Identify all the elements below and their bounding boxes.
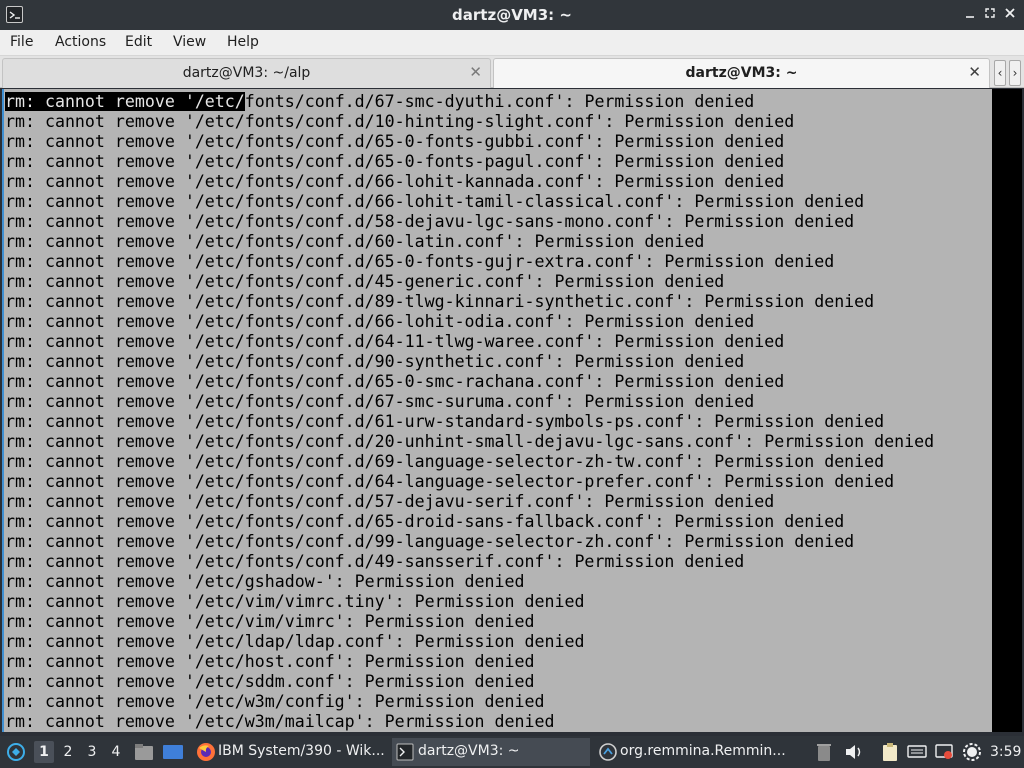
tab-home[interactable]: dartz@VM3: ~ ✕ (493, 58, 990, 88)
taskbar: 1 2 3 4 IBM System/390 - Wik... dartz@VM… (0, 736, 1024, 768)
tab-scroll-left-icon[interactable]: ‹ (994, 60, 1006, 86)
trash-icon[interactable] (816, 742, 832, 766)
keyboard-icon[interactable] (907, 743, 927, 763)
terminal-line: rm: cannot remove '/etc/ldap/ldap.conf':… (5, 632, 585, 651)
terminal-line: rm: cannot remove '/etc/fonts/conf.d/45-… (5, 272, 725, 291)
terminal-line: rm: cannot remove '/etc/fonts/conf.d/20-… (5, 432, 935, 451)
menu-help[interactable]: Help (227, 34, 259, 50)
clock: 3:59 (990, 744, 1022, 760)
workspace-4[interactable]: 4 (106, 741, 126, 763)
terminal-line: rm: cannot remove '/etc/fonts/conf.d/67-… (5, 92, 754, 112)
workspace-2[interactable]: 2 (58, 741, 78, 763)
start-menu-icon[interactable] (6, 742, 26, 766)
terminal-line: rm: cannot remove '/etc/fonts/conf.d/99-… (5, 532, 855, 551)
terminal-line: rm: cannot remove '/etc/w3m/config': Per… (5, 692, 545, 711)
task-label: org.remmina.Remmin... (620, 743, 786, 759)
terminal-line: rm: cannot remove '/etc/fonts/conf.d/57-… (5, 492, 775, 511)
terminal-line: rm: cannot remove '/etc/fonts/conf.d/67-… (5, 392, 755, 411)
clipboard-icon[interactable] (882, 742, 898, 766)
terminal-line: rm: cannot remove '/etc/fonts/conf.d/66-… (5, 172, 785, 191)
terminal-line: rm: cannot remove '/etc/vim/vimrc.tiny':… (5, 592, 585, 611)
task-remmina[interactable]: org.remmina.Remmin... (594, 738, 794, 766)
menu-file[interactable]: File (10, 34, 33, 50)
terminal-line: rm: cannot remove '/etc/fonts/conf.d/65-… (5, 132, 785, 151)
terminal-line: rm: cannot remove '/etc/vim/vimrc': Perm… (5, 612, 535, 631)
terminal-line: rm: cannot remove '/etc/fonts/conf.d/65-… (5, 512, 845, 531)
menu-bar: File Actions Edit View Help (0, 30, 1024, 56)
settings-icon[interactable] (962, 742, 982, 766)
tab-scroll-right-icon[interactable]: › (1009, 60, 1021, 86)
minimize-icon[interactable] (962, 7, 978, 23)
workspace-3[interactable]: 3 (82, 741, 102, 763)
file-manager-icon[interactable] (134, 743, 154, 765)
terminal-line: rm: cannot remove '/etc/gshadow-': Permi… (5, 572, 525, 591)
terminal-line: rm: cannot remove '/etc/fonts/conf.d/65-… (5, 152, 785, 171)
terminal-line: rm: cannot remove '/etc/fonts/conf.d/65-… (5, 372, 785, 391)
maximize-icon[interactable] (982, 7, 998, 23)
terminal-scrollbar[interactable] (992, 89, 1022, 732)
tab-label: dartz@VM3: ~ (685, 65, 798, 81)
terminal-line-rest: fonts/conf.d/67-smc-dyuthi.conf': Permis… (244, 92, 755, 111)
terminal-line: rm: cannot remove '/etc/fonts/conf.d/61-… (5, 412, 885, 431)
terminal-line: rm: cannot remove '/etc/fonts/conf.d/10-… (5, 112, 795, 131)
terminal-line: rm: cannot remove '/etc/fonts/conf.d/65-… (5, 252, 835, 271)
menu-view[interactable]: View (173, 34, 206, 50)
task-firefox[interactable]: IBM System/390 - Wik... (192, 738, 388, 766)
tab-label: dartz@VM3: ~/alp (182, 65, 311, 81)
tab-bar: dartz@VM3: ~/alp ✕ dartz@VM3: ~ ✕ (0, 56, 1024, 88)
window-titlebar[interactable]: dartz@VM3: ~ (0, 0, 1024, 30)
terminal-line: rm: cannot remove '/etc/sddm.conf': Perm… (5, 672, 535, 691)
tab-close-icon[interactable]: ✕ (968, 63, 981, 81)
window-title: dartz@VM3: ~ (452, 6, 572, 24)
terminal-icon (396, 743, 414, 765)
terminal-line: rm: cannot remove '/etc/fonts/conf.d/69-… (5, 452, 885, 471)
task-terminal[interactable]: dartz@VM3: ~ (392, 738, 590, 766)
menu-actions[interactable]: Actions (55, 34, 106, 50)
desktop-icon[interactable] (162, 744, 184, 764)
volume-icon[interactable] (844, 743, 864, 765)
terminal-line: rm: cannot remove '/etc/host.conf': Perm… (5, 652, 535, 671)
terminal-line: rm: cannot remove '/etc/fonts/conf.d/60-… (5, 232, 705, 251)
menu-edit[interactable]: Edit (125, 34, 152, 50)
workspace-1[interactable]: 1 (34, 741, 54, 763)
terminal-line: rm: cannot remove '/etc/fonts/conf.d/58-… (5, 212, 855, 231)
terminal-line: rm: cannot remove '/etc/fonts/conf.d/90-… (5, 352, 745, 371)
task-label: dartz@VM3: ~ (418, 743, 520, 759)
terminal-line: rm: cannot remove '/etc/fonts/conf.d/64-… (5, 332, 785, 351)
firefox-icon (196, 742, 216, 766)
selected-text: rm: cannot remove '/etc/ (5, 92, 245, 111)
close-icon[interactable] (1002, 7, 1018, 23)
task-label: IBM System/390 - Wik... (218, 743, 385, 759)
terminal-output[interactable]: rm: cannot remove '/etc/fonts/conf.d/67-… (2, 89, 992, 732)
terminal-line: rm: cannot remove '/etc/fonts/conf.d/66-… (5, 192, 865, 211)
network-icon[interactable] (934, 742, 954, 766)
terminal-line: rm: cannot remove '/etc/w3m/mailcap': Pe… (5, 712, 555, 731)
terminal-line: rm: cannot remove '/etc/fonts/conf.d/64-… (5, 472, 895, 491)
terminal-line: rm: cannot remove '/etc/fonts/conf.d/66-… (5, 312, 755, 331)
tab-close-icon[interactable]: ✕ (469, 63, 482, 81)
tab-alp[interactable]: dartz@VM3: ~/alp ✕ (2, 58, 491, 88)
terminal-line: rm: cannot remove '/etc/fonts/conf.d/89-… (5, 292, 875, 311)
remmina-icon (598, 742, 618, 766)
terminal-line: rm: cannot remove '/etc/fonts/conf.d/49-… (5, 552, 745, 571)
